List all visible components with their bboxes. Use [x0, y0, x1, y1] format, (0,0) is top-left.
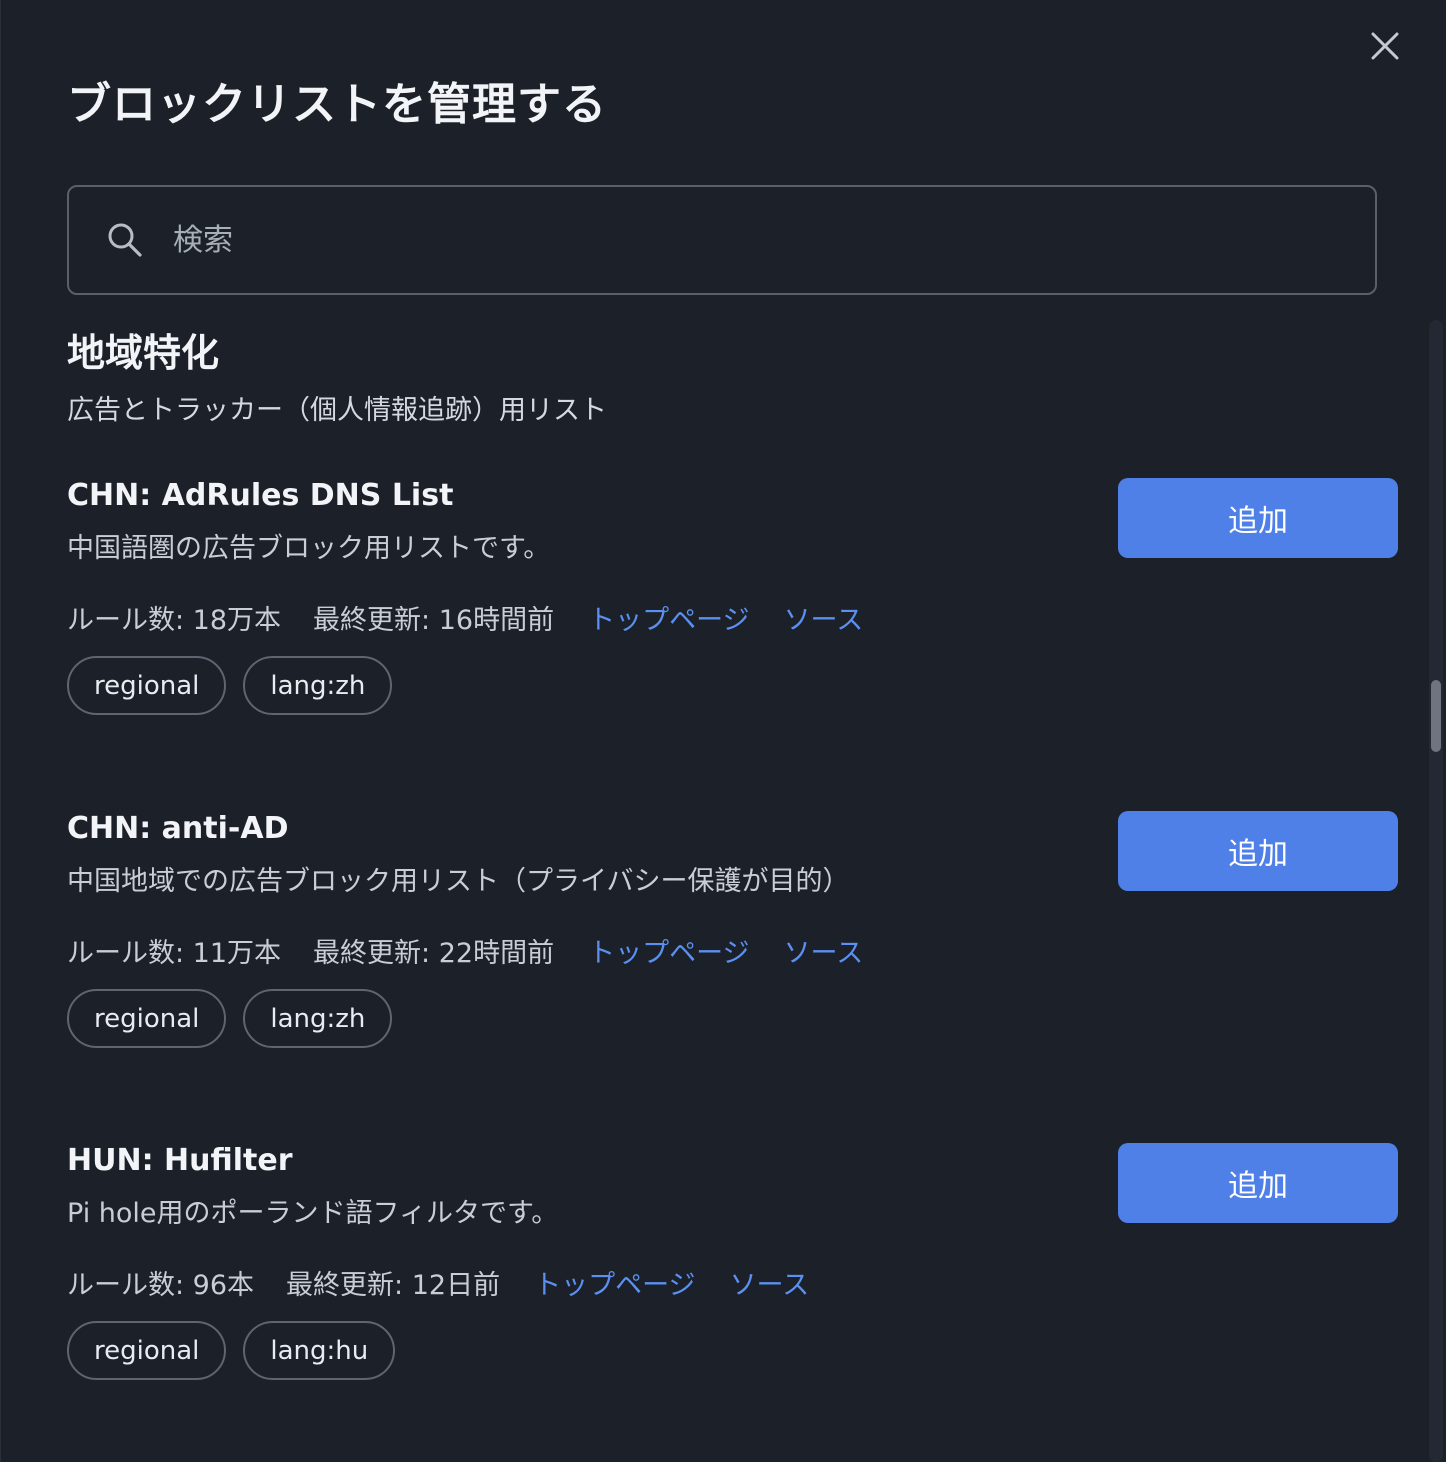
rule-count: ルール数: 18万本: [67, 605, 282, 636]
tag: lang:hu: [243, 1321, 396, 1380]
homepage-link[interactable]: トップページ: [534, 1263, 695, 1302]
list-item: HUN: Hufilter Pi hole用のポーランド語フィルタです。 ルール…: [67, 1143, 1399, 1393]
item-description: 中国地域での広告ブロック用リスト（プライバシー保護が目的）: [67, 866, 850, 897]
tag-list: regional lang:zh: [67, 656, 393, 715]
tag: regional: [67, 1321, 227, 1380]
dialog-title: ブロックリストを管理する: [67, 79, 607, 130]
search-input[interactable]: [173, 210, 1375, 270]
scrollbar[interactable]: [1429, 320, 1443, 1462]
tag: lang:zh: [243, 656, 393, 715]
homepage-link[interactable]: トップページ: [588, 598, 749, 637]
last-updated: 最終更新: 22時間前: [313, 938, 555, 969]
homepage-link[interactable]: トップページ: [588, 931, 749, 970]
add-button[interactable]: 追加: [1118, 811, 1398, 891]
list-item: CHN: anti-AD 中国地域での広告ブロック用リスト（プライバシー保護が目…: [67, 811, 1399, 1061]
close-icon: [1371, 32, 1399, 60]
item-description: 中国語圏の広告ブロック用リストです。: [67, 533, 551, 564]
item-name: CHN: anti-AD: [67, 811, 289, 846]
source-link[interactable]: ソース: [730, 1263, 810, 1302]
section-title: 地域特化: [67, 331, 220, 375]
close-button[interactable]: [1363, 24, 1407, 68]
list-item: CHN: AdRules DNS List 中国語圏の広告ブロック用リストです。…: [67, 478, 1399, 728]
last-updated: 最終更新: 16時間前: [313, 605, 555, 636]
blocklist-dialog: ブロックリストを管理する 地域特化 広告とトラッカー（個人情報追跡）用リスト C…: [0, 0, 1446, 1462]
tag: regional: [67, 656, 227, 715]
item-name: HUN: Hufilter: [67, 1143, 293, 1178]
add-button[interactable]: 追加: [1118, 478, 1398, 558]
source-link[interactable]: ソース: [784, 931, 864, 970]
section-description: 広告とトラッカー（個人情報追跡）用リスト: [67, 395, 607, 426]
item-meta: ルール数: 96本 最終更新: 12日前 トップページ ソース: [67, 1263, 809, 1302]
source-link[interactable]: ソース: [784, 598, 864, 637]
search-icon: [105, 220, 145, 260]
add-button[interactable]: 追加: [1118, 1143, 1398, 1223]
rule-count: ルール数: 11万本: [67, 938, 282, 969]
item-description: Pi hole用のポーランド語フィルタです。: [67, 1198, 559, 1229]
item-meta: ルール数: 18万本 最終更新: 16時間前 トップページ ソース: [67, 598, 863, 637]
item-name: CHN: AdRules DNS List: [67, 478, 454, 513]
tag-list: regional lang:zh: [67, 989, 393, 1048]
scrollbar-thumb[interactable]: [1431, 680, 1441, 752]
tag-list: regional lang:hu: [67, 1321, 396, 1380]
tag: lang:zh: [243, 989, 393, 1048]
rule-count: ルール数: 96本: [67, 1270, 255, 1301]
item-meta: ルール数: 11万本 最終更新: 22時間前 トップページ ソース: [67, 931, 863, 970]
last-updated: 最終更新: 12日前: [286, 1270, 501, 1301]
search-box[interactable]: [67, 185, 1377, 295]
tag: regional: [67, 989, 227, 1048]
